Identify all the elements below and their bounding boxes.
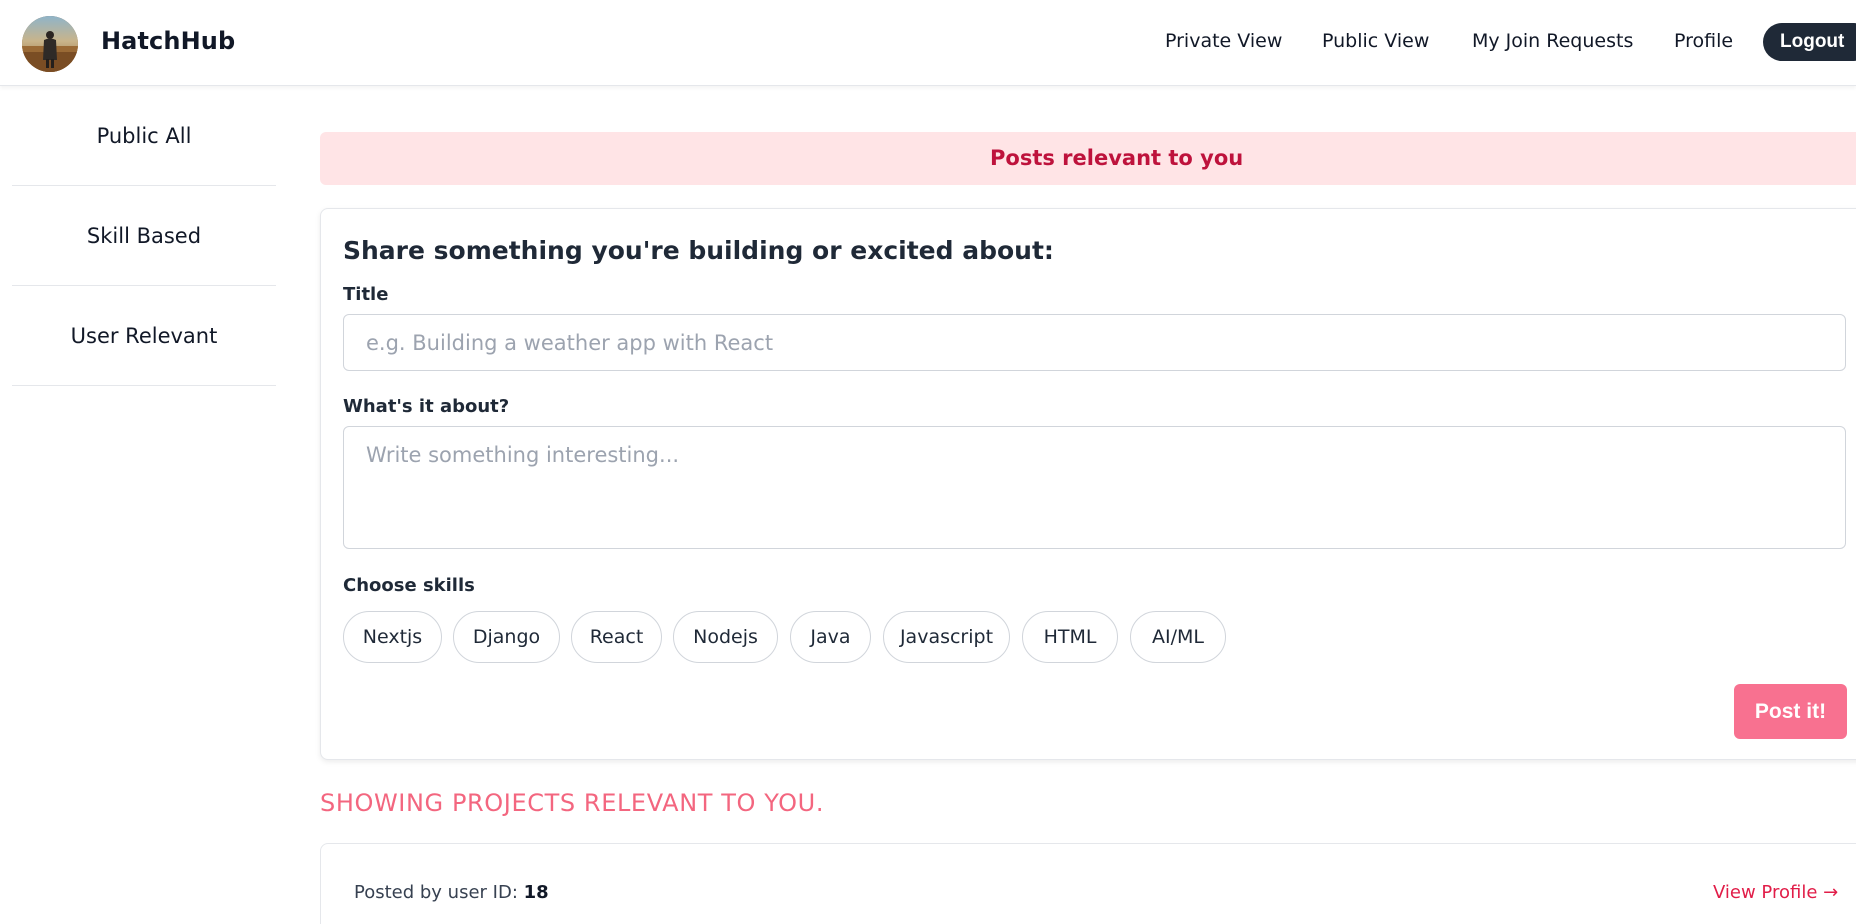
view-profile-link[interactable]: View Profile →: [1713, 882, 1838, 903]
skill-chip-django[interactable]: Django: [453, 611, 560, 663]
logout-button[interactable]: Logout: [1763, 23, 1856, 61]
posted-by-prefix: Posted by user ID:: [354, 882, 518, 903]
avatar[interactable]: [22, 16, 78, 72]
skill-chip-html[interactable]: HTML: [1022, 611, 1118, 663]
posted-by-user-id: 18: [523, 882, 549, 903]
nav-my-join-requests[interactable]: My Join Requests: [1472, 30, 1633, 52]
skill-chip-nextjs[interactable]: Nextjs: [343, 611, 442, 663]
about-textarea[interactable]: [343, 426, 1846, 549]
post-composer: Share something you're building or excit…: [320, 208, 1856, 760]
posted-by: Posted by user ID: 18: [354, 882, 549, 903]
sidebar: Public All Skill Based User Relevant: [12, 86, 276, 386]
sidebar-item-public-all[interactable]: Public All: [12, 86, 276, 186]
skills-label: Choose skills: [343, 575, 475, 596]
sidebar-item-user-relevant[interactable]: User Relevant: [12, 286, 276, 386]
skill-chip-react[interactable]: React: [571, 611, 662, 663]
title-label: Title: [343, 284, 389, 305]
post-it-button[interactable]: Post it!: [1734, 684, 1847, 739]
nav-profile[interactable]: Profile: [1674, 30, 1733, 52]
skill-chip-nodejs[interactable]: Nodejs: [673, 611, 778, 663]
relevance-banner: Posts relevant to you: [320, 132, 1856, 185]
avatar-photo-icon: [22, 16, 78, 72]
composer-heading: Share something you're building or excit…: [343, 236, 1054, 265]
top-navbar: HatchHub Private View Public View My Joi…: [0, 0, 1856, 86]
about-label: What's it about?: [343, 396, 510, 417]
sidebar-item-skill-based[interactable]: Skill Based: [12, 186, 276, 286]
skill-chip-javascript[interactable]: Javascript: [883, 611, 1010, 663]
post-card: Posted by user ID: 18 View Profile →: [320, 843, 1856, 924]
skill-chip-ai-ml[interactable]: AI/ML: [1130, 611, 1226, 663]
title-input[interactable]: [343, 314, 1846, 371]
nav-private-view[interactable]: Private View: [1165, 30, 1282, 52]
skill-chip-java[interactable]: Java: [790, 611, 871, 663]
feed-heading: SHOWING PROJECTS RELEVANT TO YOU.: [320, 789, 825, 817]
brand-name[interactable]: HatchHub: [101, 27, 235, 55]
nav-public-view[interactable]: Public View: [1322, 30, 1429, 52]
